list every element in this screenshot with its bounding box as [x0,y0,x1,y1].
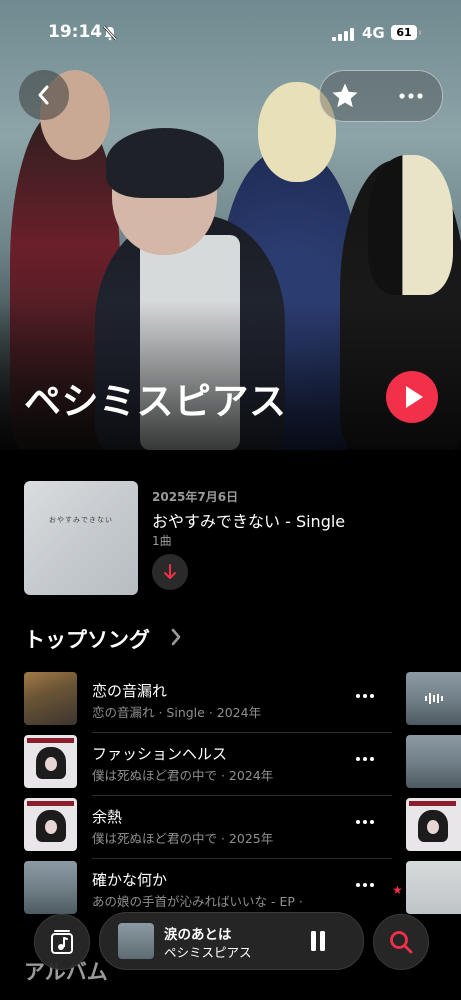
next-column-song-artwork [406,735,461,788]
song-more-button[interactable] [352,747,378,773]
top-songs-heading[interactable]: トップソング [24,624,150,654]
song-subtitle: 僕は死ぬほど君の中で · 2025年 [92,831,274,846]
ellipsis-icon [356,757,374,761]
song-row[interactable]: 恋の音漏れ 恋の音漏れ · Single · 2024年 [0,672,461,734]
song-row[interactable]: ファッションヘルス 僕は死ぬほど君の中で · 2024年 [0,735,461,797]
network-type: 4G [362,24,385,42]
song-subtitle: 恋の音漏れ · Single · 2024年 [92,705,262,720]
song-more-button[interactable] [352,873,378,899]
favorite-star-button[interactable] [330,81,360,111]
artist-name: ペシミスピアス [24,380,287,423]
band-member-4-hair [368,155,453,295]
divider [92,732,392,733]
music-library-icon [51,930,73,954]
song-title: ファッションヘルス [92,745,228,763]
status-bar: 19:14 4G 61 [0,22,461,46]
now-playing-wave-icon [425,693,443,704]
library-button[interactable] [34,914,90,970]
song-title: 恋の音漏れ [92,682,168,700]
song-artwork [24,672,77,725]
ellipsis-icon [399,93,423,99]
back-button[interactable] [19,70,69,120]
song-row[interactable]: 余熱 僕は死ぬほど君の中で · 2025年 [0,798,461,860]
artist-actions-pill [319,70,443,122]
play-artist-button[interactable] [386,371,438,423]
next-column-song-artwork [406,798,461,851]
battery-icon: 61 [391,25,421,40]
search-icon [390,931,413,954]
more-options-button[interactable] [396,83,426,109]
mini-player[interactable]: 涙のあとは ペシミスピアス [99,912,364,970]
release-track-count: 1曲 [152,534,172,548]
now-playing-artist: ペシミスピアス [164,945,252,960]
arrow-down-icon [164,564,176,579]
search-button[interactable] [373,914,429,970]
divider [92,795,392,796]
chevron-left-icon [38,85,49,105]
play-icon [406,386,423,408]
star-icon [332,83,358,108]
song-artwork [24,798,77,851]
song-subtitle: あの娘の手首が沁みればいいな - EP · [92,894,303,909]
download-button[interactable] [152,554,188,590]
band-member-2-hair [106,128,224,198]
song-more-button[interactable] [352,684,378,710]
silent-bell-icon [102,25,118,45]
cellular-signal-icon [332,26,354,45]
release-title[interactable]: おやすみできない - Single [152,508,345,532]
now-playing-title: 涙のあとは [164,927,232,943]
ellipsis-icon [356,694,374,698]
ellipsis-icon [356,883,374,887]
pause-icon [311,931,325,951]
next-column-song-artwork [406,861,461,914]
song-artwork [24,861,77,914]
latest-release-artwork[interactable]: おやすみできない [24,481,138,595]
favorite-star-icon: ★ [392,883,403,897]
now-playing-artwork [118,923,154,959]
song-title: 確かな何か [92,871,168,889]
song-artwork [24,735,77,788]
chevron-right-icon[interactable] [170,627,182,651]
divider [92,858,392,859]
next-column-song-artwork [406,672,461,725]
release-date: 2025年7月6日 [152,490,239,504]
song-subtitle: 僕は死ぬほど君の中で · 2024年 [92,768,274,783]
song-more-button[interactable] [352,810,378,836]
status-time: 19:14 [48,22,103,42]
song-title: 余熱 [92,808,123,826]
pause-button[interactable] [308,930,328,952]
release-art-text: おやすみできない [49,516,113,524]
ellipsis-icon [356,820,374,824]
